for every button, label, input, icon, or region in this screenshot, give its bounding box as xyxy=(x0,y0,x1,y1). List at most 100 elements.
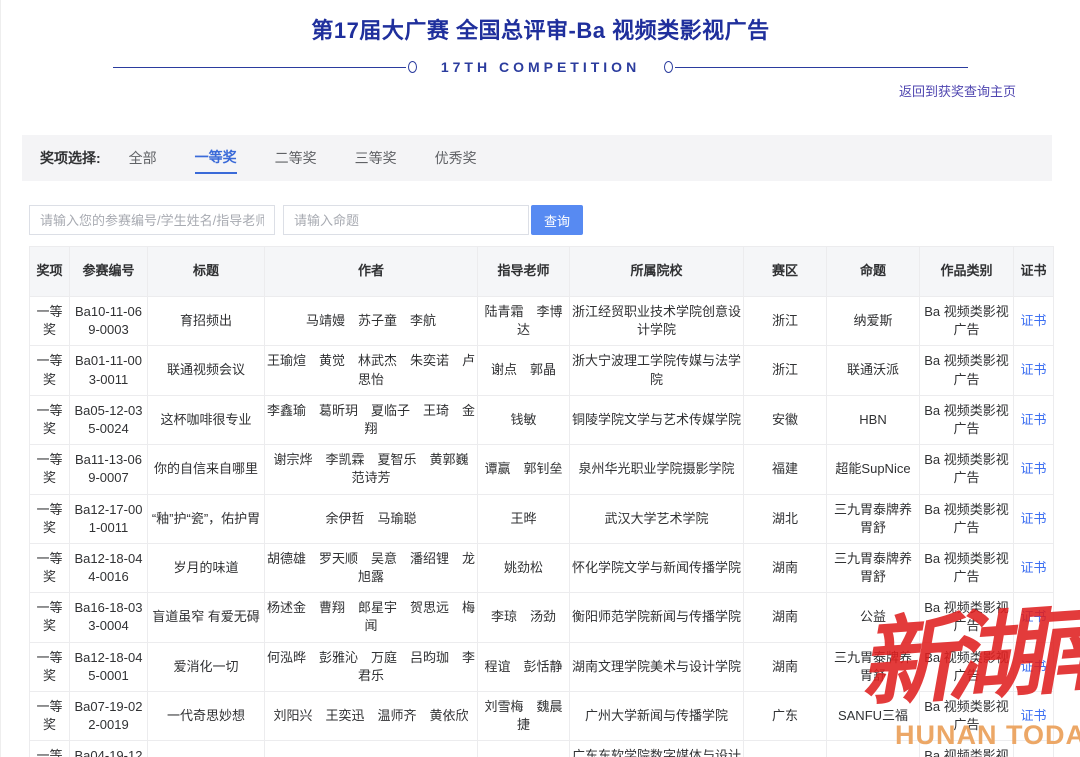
filter-tab-first-prize[interactable]: 一等奖 xyxy=(195,143,237,174)
filter-label: 奖项选择: xyxy=(40,148,101,168)
query-button[interactable]: 查询 xyxy=(531,205,583,235)
cell-teachers: 钱敏 xyxy=(478,395,570,444)
cell-school: 浙大宁波理工学院传媒与法学院 xyxy=(570,346,744,395)
cell-authors: 谢宗烨 李凯霖 夏智乐 黄郭巍 范诗芳 xyxy=(265,445,478,494)
cell-award: 一等奖 xyxy=(30,297,70,346)
cell-region: 浙江 xyxy=(744,297,827,346)
cell-region: 浙江 xyxy=(744,346,827,395)
cell-cert: 证书 xyxy=(1014,346,1054,395)
cell-title: 这杯咖啡很专业 xyxy=(148,395,265,444)
cell-authors: 杨述金 曹翔 郎星宇 贺思远 梅闻 xyxy=(265,593,478,642)
certificate-link[interactable]: 证书 xyxy=(1020,412,1046,427)
cell-award: 一等奖 xyxy=(30,692,70,741)
keyword-search-input[interactable] xyxy=(29,205,275,235)
table-row: 一等奖Ba12-18-045-0001爱消化一切何泓晔 彭雅沁 万庭 吕昀珈 李… xyxy=(30,642,1054,691)
certificate-link[interactable]: 证书 xyxy=(1020,362,1046,377)
column-header-title: 标题 xyxy=(148,247,265,297)
cell-region: 湖北 xyxy=(744,494,827,543)
certificate-link[interactable]: 证书 xyxy=(1020,461,1046,476)
cell-id: Ba01-11-003-0011 xyxy=(70,346,148,395)
column-header-teachers: 指导老师 xyxy=(478,247,570,297)
table-row: 一等奖Ba11-13-069-0007你的自信来自哪里谢宗烨 李凯霖 夏智乐 黄… xyxy=(30,445,1054,494)
page-header: 第17届大广赛 全国总评审-Ba 视频类影视广告 17TH COMPETITIO… xyxy=(1,0,1080,101)
cell-topic: 联通沃派 xyxy=(827,346,920,395)
certificate-link[interactable]: 证书 xyxy=(1020,560,1046,575)
cell-category: Ba 视频类影视广告 xyxy=(920,445,1014,494)
cell-category: Ba 视频类影视广告 xyxy=(920,593,1014,642)
divider-circle-left-icon xyxy=(408,61,417,73)
cell-teachers: 姚劲松 xyxy=(478,543,570,592)
filter-tab-excellence-prize[interactable]: 优秀奖 xyxy=(435,144,477,173)
cell-award: 一等奖 xyxy=(30,494,70,543)
column-header-region: 赛区 xyxy=(744,247,827,297)
cell-authors: 黄嘉欣 阮昕韵 蔡菲欣 xyxy=(265,741,478,757)
cell-school: 泉州华光职业学院摄影学院 xyxy=(570,445,744,494)
cell-title: 育招频出 xyxy=(148,297,265,346)
cell-award: 一等奖 xyxy=(30,445,70,494)
cell-region: 湖南 xyxy=(744,593,827,642)
filter-tab-all[interactable]: 全部 xyxy=(129,144,157,173)
cell-region: 广东 xyxy=(744,741,827,757)
cell-id: Ba16-18-033-0004 xyxy=(70,593,148,642)
filter-tab-second-prize[interactable]: 二等奖 xyxy=(275,144,317,173)
cell-teachers: 谭赢 郭钊垒 xyxy=(478,445,570,494)
results-table: 奖项 参赛编号 标题 作者 指导老师 所属院校 赛区 命题 作品类别 证书 一等… xyxy=(29,246,1054,757)
cell-region: 湖南 xyxy=(744,642,827,691)
cell-title: 盲道虽窄 有爱无碍 xyxy=(148,593,265,642)
table-row: 一等奖Ba10-11-069-0003育招频出马靖嫚 苏子童 李航陆青霜 李博达… xyxy=(30,297,1054,346)
cell-id: Ba07-19-022-0019 xyxy=(70,692,148,741)
cell-id: Ba12-17-001-0011 xyxy=(70,494,148,543)
cell-school: 武汉大学艺术学院 xyxy=(570,494,744,543)
filter-tab-third-prize[interactable]: 三等奖 xyxy=(355,144,397,173)
topic-search-input[interactable] xyxy=(283,205,529,235)
certificate-link[interactable]: 证书 xyxy=(1020,708,1046,723)
cell-school: 衡阳师范学院新闻与传播学院 xyxy=(570,593,744,642)
table-row: 一等奖Ba12-17-001-0011“釉”护“瓷”，佑护胃余伊哲 马瑜聪王晔武… xyxy=(30,494,1054,543)
cell-id: Ba04-19-125-0004 xyxy=(70,741,148,757)
cell-region: 广东 xyxy=(744,692,827,741)
column-header-school: 所属院校 xyxy=(570,247,744,297)
cell-school: 浙江经贸职业技术学院创意设计学院 xyxy=(570,297,744,346)
cell-title: “釉”护“瓷”，佑护胃 xyxy=(148,494,265,543)
column-header-authors: 作者 xyxy=(265,247,478,297)
cell-authors: 刘阳兴 王奕迅 温师齐 黄依欣 xyxy=(265,692,478,741)
cell-school: 广州大学新闻与传播学院 xyxy=(570,692,744,741)
table-row: 一等奖Ba07-19-022-0019一代奇思妙想刘阳兴 王奕迅 温师齐 黄依欣… xyxy=(30,692,1054,741)
cell-title: 岁月的味道 xyxy=(148,543,265,592)
cell-id: Ba11-13-069-0007 xyxy=(70,445,148,494)
certificate-link[interactable]: 证书 xyxy=(1020,511,1046,526)
cell-title: 爱消化一切 xyxy=(148,642,265,691)
cell-authors: 余伊哲 马瑜聪 xyxy=(265,494,478,543)
certificate-link[interactable]: 证书 xyxy=(1020,659,1046,674)
cell-teachers: 陆青霜 李博达 xyxy=(478,297,570,346)
cell-authors: 王瑜煊 黄觉 林武杰 朱奕诺 卢思怡 xyxy=(265,346,478,395)
cell-school: 铜陵学院文学与艺术传媒学院 xyxy=(570,395,744,444)
cell-award: 一等奖 xyxy=(30,593,70,642)
cell-teachers: 程谊 彭恬静 xyxy=(478,642,570,691)
back-to-query-home-link[interactable]: 返回到获奖查询主页 xyxy=(899,84,1016,99)
column-header-award: 奖项 xyxy=(30,247,70,297)
cell-title: 联通视频会议 xyxy=(148,346,265,395)
cell-authors: 胡德雄 罗天顺 吴意 潘绍锂 龙旭露 xyxy=(265,543,478,592)
divider-line-right xyxy=(675,67,968,68)
cell-authors: 李鑫瑜 葛昕玥 夏临子 王琦 金翔 xyxy=(265,395,478,444)
certificate-link[interactable]: 证书 xyxy=(1020,609,1046,624)
table-row: 一等奖Ba04-19-125-0004契烬黄嘉欣 阮昕韵 蔡菲欣柯培华 谢峰广东… xyxy=(30,741,1054,757)
cell-teachers: 刘雪梅 魏晨捷 xyxy=(478,692,570,741)
table-row: 一等奖Ba05-12-035-0024这杯咖啡很专业李鑫瑜 葛昕玥 夏临子 王琦… xyxy=(30,395,1054,444)
cell-topic: 三九胃泰牌养胃舒 xyxy=(827,543,920,592)
cell-cert: 证书 xyxy=(1014,543,1054,592)
cell-category: Ba 视频类影视广告 xyxy=(920,543,1014,592)
cell-topic: 三九胃泰牌养胃舒 xyxy=(827,642,920,691)
column-header-entry-id: 参赛编号 xyxy=(70,247,148,297)
cell-region: 安徽 xyxy=(744,395,827,444)
table-row: 一等奖Ba16-18-033-0004盲道虽窄 有爱无碍杨述金 曹翔 郎星宇 贺… xyxy=(30,593,1054,642)
cell-topic: HBN xyxy=(827,395,920,444)
cell-category: Ba 视频类影视广告 xyxy=(920,642,1014,691)
cell-category: Ba 视频类影视广告 xyxy=(920,692,1014,741)
cell-cert: 证书 xyxy=(1014,642,1054,691)
certificate-link[interactable]: 证书 xyxy=(1020,313,1046,328)
cell-teachers: 李琼 汤劲 xyxy=(478,593,570,642)
search-row: 查询 xyxy=(29,205,1052,235)
cell-region: 福建 xyxy=(744,445,827,494)
